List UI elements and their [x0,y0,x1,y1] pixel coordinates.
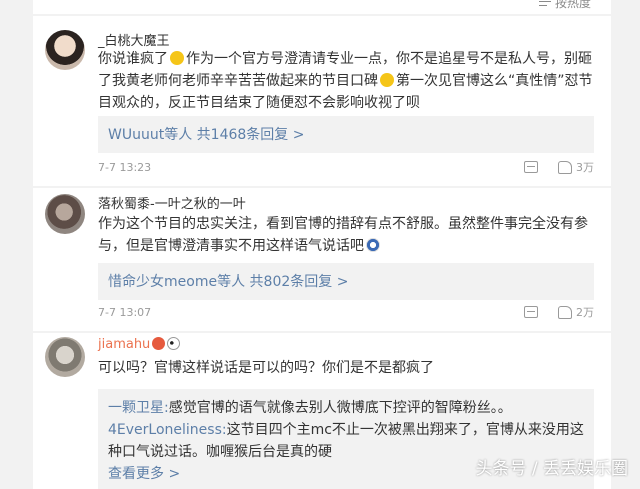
comment-icon[interactable] [524,306,538,318]
avatar[interactable] [45,30,85,70]
thumbs-up-icon [558,160,572,174]
emoji-icon [366,238,380,252]
top-bar: 按热度 [33,0,611,14]
watermark: 头条号 / 丢丢娱乐圈 [475,459,628,479]
comment-card: _白桃大魔王 你说谁疯了 作为一个官方号澄清请专业一点，你不是追星号不是私人号，别… [33,16,611,186]
thumbs-up-icon [558,305,572,319]
comment-author[interactable]: _白桃大魔王 [98,30,170,49]
like-count: 2万 [576,306,594,319]
sort-icon [538,0,551,8]
like-button[interactable]: 2万 [558,304,594,320]
avatar[interactable] [45,194,85,234]
reply-count[interactable]: 共802条回复 > [250,274,349,290]
timestamp: 7-7 13:23 [98,160,152,174]
comment-footer: 7-7 13:07 2万 [98,303,594,321]
smile-emoji-icon [170,51,184,65]
like-count: 3万 [576,161,594,174]
reply-users[interactable]: 惜命少女meome等人 [108,274,245,290]
reply-summary[interactable]: WUuuut等人 共1468条回复 > [98,116,594,153]
like-button[interactable]: 3万 [558,159,594,175]
comment-icon[interactable] [524,161,538,173]
reply-user[interactable]: 一颗卫星: [108,400,169,416]
panda-emoji-icon [167,337,181,350]
reply-summary[interactable]: 惜命少女meome等人 共802条回复 > [98,263,594,300]
sort-label: 按热度 [554,0,591,10]
timestamp: 7-7 13:07 [98,305,152,319]
comment-author[interactable]: 落秋蜀黍-一叶之秋的一叶 [98,193,246,212]
comment-text: 你说谁疯了 作为一个官方号澄清请专业一点，你不是追星号不是私人号，别砸了我黄老师何… [98,51,593,111]
comments-page: 按热度 _白桃大魔王 你说谁疯了 作为一个官方号澄清请专业一点，你不是追星号不是私… [0,0,640,489]
reply-count[interactable]: 共1468条回复 > [197,127,305,143]
reply-user[interactable]: 4EverLoneliness: [108,422,227,438]
comment-text: 可以吗？官博这样说话是可以的吗？你们是不是都疯了 [98,360,434,376]
comment-text: 作为这个节目的忠实关注，看到官博的措辞有点不舒服。虽然整件事完全没有参与，但是官… [98,216,588,254]
reply-item: 一颗卫星:感觉官博的语气就像去别人微博底下控评的智障粉丝。。 [108,400,512,416]
comment-footer: 7-7 13:23 3万 [98,158,594,176]
comment-author[interactable]: jiamahu [98,337,181,352]
reply-users[interactable]: WUuuut等人 [108,127,192,143]
smile-emoji-icon [380,73,394,87]
avatar[interactable] [45,337,85,377]
red-emoji-icon [152,337,166,350]
sort-button[interactable]: 按热度 [538,0,591,11]
comment-card: 落秋蜀黍-一叶之秋的一叶 作为这个节目的忠实关注，看到官博的措辞有点不舒服。虽然… [33,188,611,331]
